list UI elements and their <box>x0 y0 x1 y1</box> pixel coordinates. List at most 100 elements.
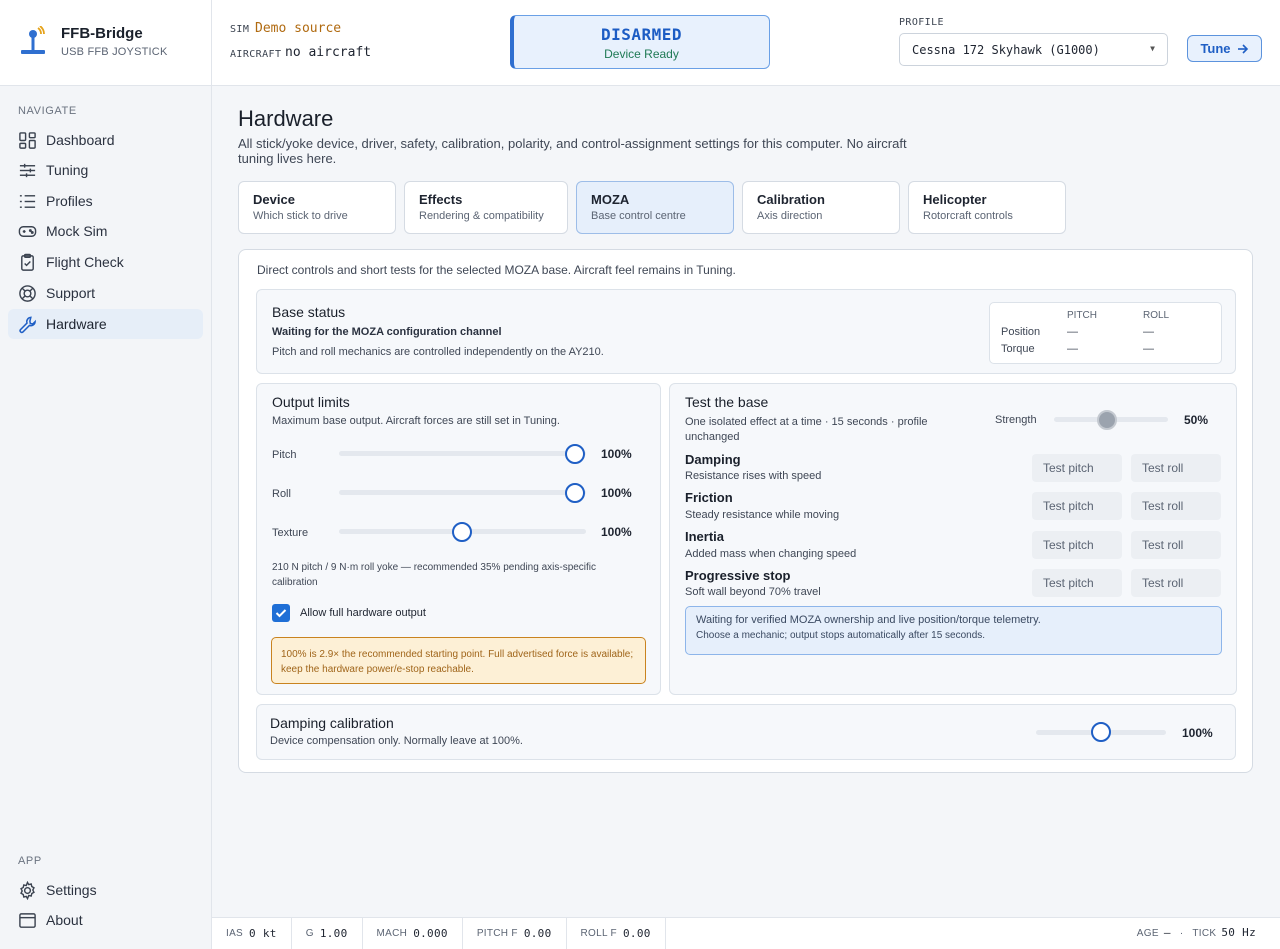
allow-full-output-label: Allow full hardware output <box>300 607 426 619</box>
status-bar: IAS 0 kt G 1.00 MACH 0.000 PITCH F 0.00 ROLL… <box>212 917 1280 949</box>
base-status-state: Waiting for the MOZA configuration chann… <box>272 326 502 338</box>
base-status-card: Base status Waiting for the MOZA configu… <box>256 289 1236 374</box>
test-base-title: Test the base <box>685 394 769 410</box>
tune-button[interactable]: Tune <box>1187 35 1262 62</box>
arrow-right-icon <box>1237 43 1248 54</box>
damping-calibration-thumb[interactable] <box>1091 722 1111 742</box>
grid-icon <box>19 131 36 149</box>
tab-effects[interactable]: Effects Rendering & compatibility <box>404 181 568 234</box>
mechanic-name-friction: Friction <box>685 490 733 505</box>
roll-limit-slider[interactable] <box>339 490 586 495</box>
arm-status: DISARMED <box>600 25 683 44</box>
telemetry-table: PITCH ROLL Position — — Torque — — <box>989 302 1222 364</box>
mechanic-desc: Added mass when changing speed <box>685 548 857 560</box>
status-value: 0 kt <box>249 927 277 940</box>
sidebar-item-hardware[interactable]: Hardware <box>8 309 203 339</box>
pitch-limit-thumb[interactable] <box>565 444 585 464</box>
clipboard-check-icon <box>21 253 34 271</box>
joystick-logo-icon <box>21 26 45 54</box>
app-name: FFB-Bridge <box>61 25 143 42</box>
damping-calibration-card: Damping calibration Device compensation … <box>256 704 1236 760</box>
torque-pitch: — <box>1067 343 1078 355</box>
pitch-limit-value: 100% <box>601 447 632 461</box>
output-limits-title: Output limits <box>272 394 350 410</box>
status-value: 1.00 <box>319 927 348 940</box>
texture-thumb[interactable] <box>452 522 472 542</box>
sidebar-item-mock-sim[interactable]: Mock Sim <box>8 216 203 246</box>
status-label: IAS <box>226 928 244 939</box>
tick-label: TICK <box>1192 928 1217 939</box>
tab-calibration[interactable]: Calibration Axis direction <box>742 181 900 234</box>
status-pitch-force: PITCH F 0.00 <box>463 918 567 949</box>
sidebar-item-tuning[interactable]: Tuning <box>8 155 203 185</box>
tab-title: MOZA <box>591 192 630 207</box>
check-icon <box>275 609 287 618</box>
test-pitch-progressive-stop-button[interactable]: Test pitch <box>1032 569 1122 597</box>
mechanic-name-progressive-stop: Progressive stop <box>685 568 791 583</box>
status-label: MACH <box>376 928 408 939</box>
test-pitch-friction-button[interactable]: Test pitch <box>1032 492 1122 520</box>
tab-device[interactable]: Device Which stick to drive <box>238 181 396 234</box>
row-label: Torque <box>1001 343 1035 355</box>
gamepad-icon <box>18 225 37 237</box>
tab-helicopter[interactable]: Helicopter Rotorcraft controls <box>908 181 1066 234</box>
strength-thumb[interactable] <box>1097 410 1117 430</box>
test-roll-progressive-stop-button[interactable]: Test roll <box>1131 569 1221 597</box>
status-label: PITCH F <box>476 928 518 939</box>
sidebar-item-dashboard[interactable]: Dashboard <box>8 125 203 155</box>
sidebar-item-flight-check[interactable]: Flight Check <box>8 247 203 277</box>
sidebar-item-about[interactable]: About <box>8 905 203 935</box>
slider-label: Texture <box>272 527 309 539</box>
col-pitch: PITCH <box>1067 310 1097 321</box>
sidebar-item-support[interactable]: Support <box>8 278 203 308</box>
sidebar-item-label: About <box>46 912 83 928</box>
wrench-icon <box>19 316 36 333</box>
status-roll-force: ROLL F 0.00 <box>567 918 666 949</box>
sidebar-item-profiles[interactable]: Profiles <box>8 186 203 216</box>
profile-select[interactable]: Cessna 172 Skyhawk (G1000) ▼ <box>899 33 1168 66</box>
status-value: 0.00 <box>622 927 651 940</box>
status-ias: IAS 0 kt <box>212 918 292 949</box>
base-status-note: Pitch and roll mechanics are controlled … <box>272 346 604 358</box>
output-limits-card: Output limits Maximum base output. Aircr… <box>256 383 661 695</box>
sim-label: SIM <box>230 24 250 35</box>
profile-value: Cessna 172 Skyhawk (G1000) <box>912 43 1100 57</box>
test-roll-inertia-button[interactable]: Test roll <box>1131 531 1221 559</box>
allow-full-output-checkbox[interactable] <box>272 604 290 622</box>
top-bar: SIM Demo source AIRCRAFT no aircraft DIS… <box>212 0 1280 86</box>
device-status: Device Ready <box>604 47 679 61</box>
status-mach: MACH 0.000 <box>363 918 463 949</box>
tab-subtitle: Rendering & compatibility <box>419 210 544 222</box>
aircraft-value: no aircraft <box>285 45 372 60</box>
tune-label: Tune <box>1200 41 1231 56</box>
pitch-limit-slider[interactable] <box>339 451 586 456</box>
full-output-warning: 100% is 2.9× the recommended starting po… <box>271 637 646 684</box>
slider-label: Pitch <box>272 449 297 461</box>
col-roll: ROLL <box>1143 310 1170 321</box>
tab-subtitle: Base control centre <box>591 210 686 222</box>
test-roll-friction-button[interactable]: Test roll <box>1131 492 1221 520</box>
damping-calibration-value: 100% <box>1182 726 1213 740</box>
sidebar-item-settings[interactable]: Settings <box>8 875 203 905</box>
aircraft-label: AIRCRAFT <box>230 49 282 60</box>
tab-moza[interactable]: MOZA Base control centre <box>576 181 734 234</box>
damping-calibration-title: Damping calibration <box>270 715 394 731</box>
mechanic-desc: Soft wall beyond 70% travel <box>685 586 821 598</box>
texture-value: 100% <box>601 525 632 539</box>
test-roll-damping-button[interactable]: Test roll <box>1131 454 1221 482</box>
brand: FFB-Bridge USB FFB JOYSTICK <box>0 0 211 86</box>
mechanic-desc: Resistance rises with speed <box>685 470 822 482</box>
test-pitch-damping-button[interactable]: Test pitch <box>1032 454 1122 482</box>
test-pitch-inertia-button[interactable]: Test pitch <box>1032 531 1122 559</box>
status-value: 0.000 <box>413 927 448 940</box>
tab-title: Effects <box>419 192 463 207</box>
status-g: G 1.00 <box>292 918 363 949</box>
main-content: Hardware All stick/yoke device, driver, … <box>212 86 1280 917</box>
test-base-subtitle: One isolated effect at a time · 15 secon… <box>685 416 928 443</box>
sliders-icon <box>19 163 36 177</box>
roll-limit-thumb[interactable] <box>565 483 585 503</box>
age-value: — <box>1163 926 1171 939</box>
moza-intro: Direct controls and short tests for the … <box>257 263 736 277</box>
tick-value: 50 Hz <box>1221 926 1256 939</box>
mechanic-name-damping: Damping <box>685 452 741 467</box>
